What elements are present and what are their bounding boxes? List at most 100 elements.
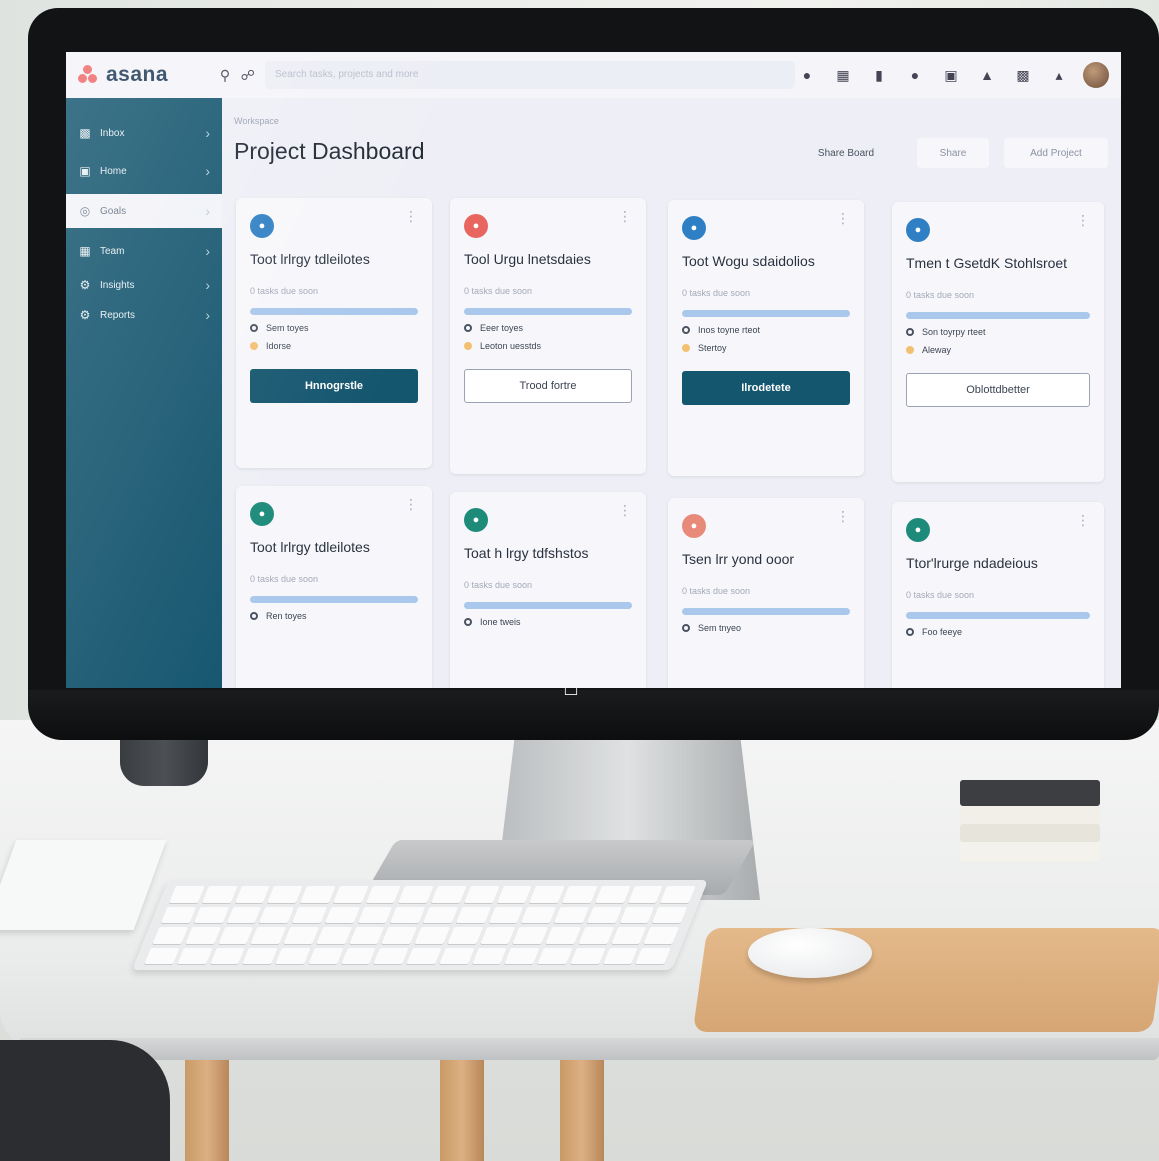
card-menu-icon[interactable]: ⋮ [404,208,418,225]
keyboard-key [455,906,491,923]
sidebar-item-label: Home [100,165,127,177]
search-icon[interactable]: ⚲ [214,63,237,87]
book [960,842,1100,862]
keyboard-key [652,906,688,923]
card-row-label: Stertoy [698,343,727,353]
asana-logo-icon [78,65,98,85]
status-dot-icon [250,612,258,620]
keyboard-key [422,906,459,923]
card-action-button[interactable]: Oblottdbetter [906,373,1090,407]
card-meta: 0 tasks due soon [906,590,975,600]
card-menu-icon[interactable]: ⋮ [404,496,418,513]
keyboard-key [406,947,442,964]
keyboard-key [562,886,598,903]
card-row-label: Aleway [922,345,952,355]
project-card[interactable]: ● ⋮ Tool Urgu lnetsdaies 0 tasks due soo… [450,198,646,474]
card-row-label: Sem tnyeo [698,623,742,633]
status-dot-icon [906,328,914,336]
sidebar-item-reports[interactable]: ⚙ Reports › [66,300,222,330]
keyboard-key [635,947,671,964]
upload-icon[interactable]: ▲ [975,63,999,87]
progress-bar [464,308,632,315]
card-menu-icon[interactable]: ⋮ [1076,512,1090,529]
status-icon[interactable]: ● [795,63,819,87]
project-icon: ● [682,514,706,538]
help-icon[interactable]: ▴ [1047,63,1071,87]
keyboard-key [619,906,655,923]
card-menu-icon[interactable]: ⋮ [1076,212,1090,229]
status-dot-icon [682,624,690,632]
project-card[interactable]: ● ⋮ Toot lrlrgy tdleilotes 0 tasks due s… [236,198,432,468]
project-card[interactable]: ● ⋮ Tsen lrr yond ooor 0 tasks due soon … [668,498,864,688]
card-menu-icon[interactable]: ⋮ [618,208,632,225]
card-row: Sem tnyeo [682,623,850,633]
card-title: Toot lrlrgy tdleilotes [250,539,370,555]
keyboard-key [160,906,197,923]
keyboard-key [349,927,385,944]
card-action-button[interactable]: Hnnogrstle [250,369,418,403]
keyboard-key [152,927,188,944]
breadcrumb[interactable]: Workspace [234,116,279,126]
card-menu-icon[interactable]: ⋮ [836,210,850,227]
project-icon: ● [906,218,930,242]
card-meta: 0 tasks due soon [464,580,533,590]
card-title: Tsen lrr yond ooor [682,551,795,567]
card-row: Sem toyes [250,323,418,333]
card-title: Toot lrlrgy tdleilotes [250,251,370,267]
card-title: Tmen t GsetdK Stohlsroet [906,255,1068,271]
project-card[interactable]: ● ⋮ Toot lrlrgy tdleilotes 0 tasks due s… [236,486,432,688]
project-card[interactable]: ● ⋮ Toot Wogu sdaidolios 0 tasks due soo… [668,200,864,476]
add-project-button[interactable]: Add Project [1004,138,1108,168]
share-button[interactable]: Share [917,138,989,168]
card-row: Stertoy [682,343,850,353]
card-meta: 0 tasks due soon [250,574,319,584]
priority-dot-icon [906,346,914,354]
app-name: asana [106,63,169,86]
card-meta: 0 tasks due soon [250,286,319,296]
brand[interactable]: asana [66,52,214,98]
card-title: Ttor'lrurge ndadeious [906,555,1038,571]
sidebar-item-insights[interactable]: ⚙ Insights › [66,270,222,300]
search-input[interactable]: Search tasks, projects and more [265,61,795,89]
progress-bar [682,608,850,615]
sidebar-item-inbox[interactable]: ▩ Inbox › [66,114,222,152]
apps-icon[interactable]: ▩ [1011,63,1035,87]
sidebar-item-goals[interactable]: ◎ Goals › [66,194,222,228]
keyboard-key [340,947,377,964]
sidebar-item-home[interactable]: ▣ Home › [66,152,222,190]
keyboard-key [316,927,352,944]
page-title: Project Dashboard [234,138,425,164]
inbox-icon[interactable]: ▣ [939,63,963,87]
avatar[interactable] [1083,62,1109,88]
desk-edge [20,1038,1159,1060]
calendar-icon[interactable]: ▦ [831,63,855,87]
sidebar-item-team[interactable]: ▦ Team › [66,232,222,270]
chart-icon[interactable]: ▮ [867,63,891,87]
keyboard-key [169,886,205,903]
card-row: Inos toyne rteot [682,325,850,335]
card-meta: 0 tasks due soon [682,586,751,596]
card-row-label: Eeer toyes [480,323,524,333]
card-row-label: Son toyrpy rteet [922,327,986,337]
share-board-button[interactable]: Share Board [802,138,890,168]
card-action-button[interactable]: Trood fortre [464,369,632,403]
keyboard-key [611,927,647,944]
project-card[interactable]: ● ⋮ Toat h lrgy tdfshstos 0 tasks due so… [450,492,646,688]
card-action-button[interactable]: Ilrodetete [682,371,850,405]
project-icon: ● [682,216,706,240]
notification-icon[interactable]: ● [903,63,927,87]
card-row: Idorse [250,341,418,351]
quick-search-icon[interactable]: ☍ [236,63,259,87]
chair [0,1040,170,1161]
keyboard-key [259,906,295,923]
keyboard-key [332,886,369,903]
project-card[interactable]: ● ⋮ Ttor'lrurge ndadeious 0 tasks due so… [892,502,1104,688]
card-menu-icon[interactable]: ⋮ [836,508,850,525]
insights-icon: ⚙ [79,278,91,292]
keyboard-key [463,886,500,903]
project-card[interactable]: ● ⋮ Tmen t GsetdK Stohlsroet 0 tasks due… [892,202,1104,482]
team-icon: ▦ [79,244,91,258]
card-row-label: Sem toyes [266,323,309,333]
card-menu-icon[interactable]: ⋮ [618,502,632,519]
card-title: Toat h lrgy tdfshstos [464,545,589,561]
